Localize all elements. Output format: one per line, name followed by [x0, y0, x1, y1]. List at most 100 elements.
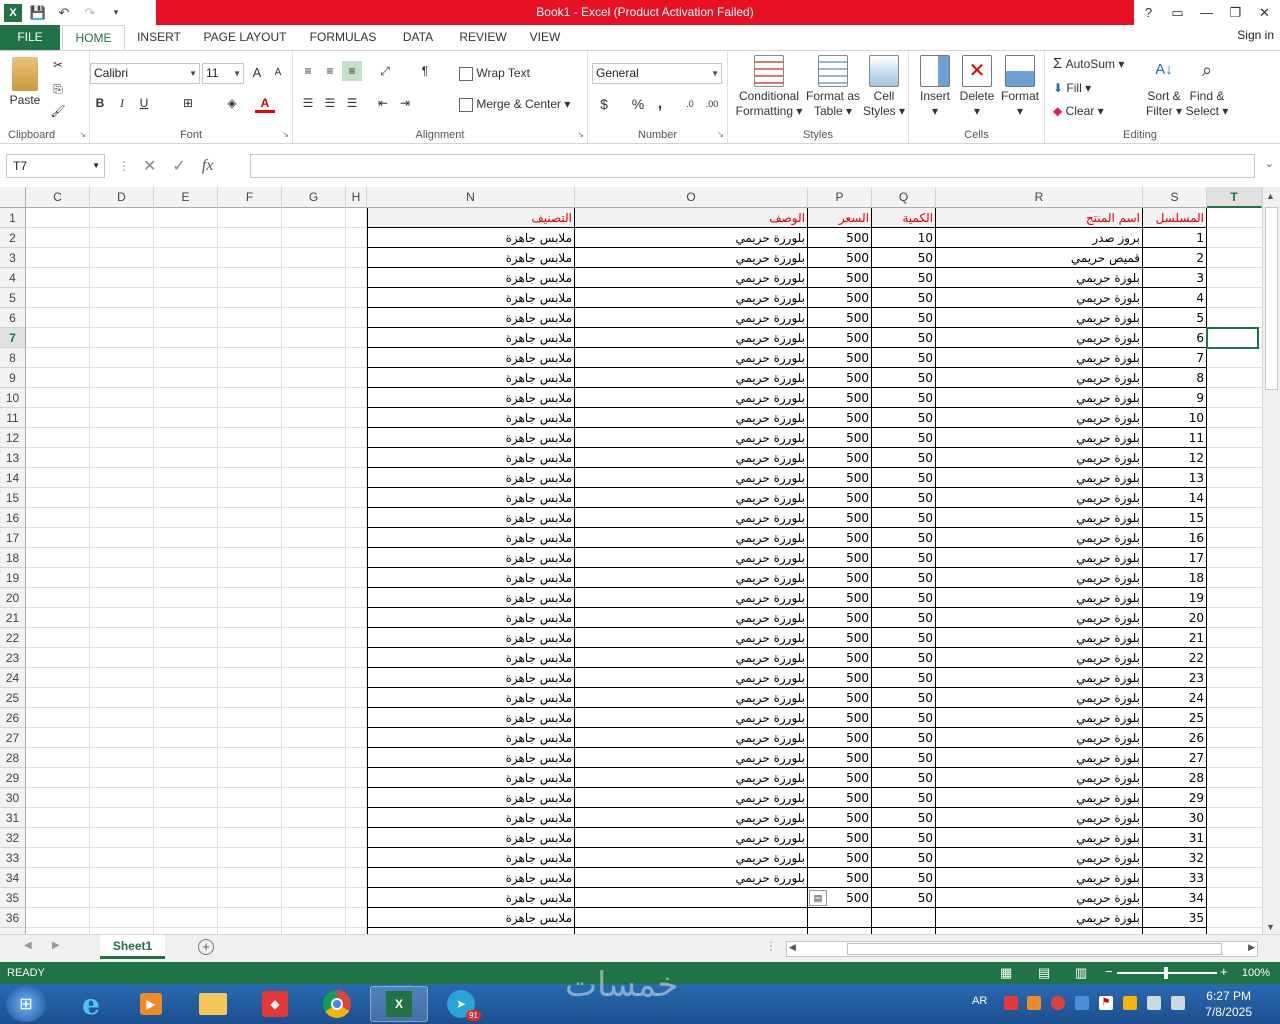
cell-description[interactable]: بلورزة حريمي [575, 228, 808, 248]
chrome-icon[interactable] [308, 986, 366, 1022]
cell-price[interactable]: 500 [808, 848, 872, 868]
page-break-view-icon[interactable]: ▥ [1075, 965, 1087, 981]
cell-category[interactable]: ملابس جاهزة [367, 768, 575, 788]
cell-category[interactable]: ملابس جاهزة [367, 288, 575, 308]
cell-product[interactable]: بلوزة حريمي [936, 428, 1143, 448]
conditional-formatting-button[interactable]: Conditional Formatting ▾ [734, 55, 804, 119]
cell-description[interactable]: بلورزة حريمي [575, 248, 808, 268]
cell-description[interactable]: بلورزة حريمي [575, 628, 808, 648]
cell-serial[interactable]: 14 [1143, 488, 1207, 508]
cell-serial[interactable]: 5 [1143, 308, 1207, 328]
cell-category[interactable]: ملابس جاهزة [367, 248, 575, 268]
cell-category[interactable]: ملابس جاهزة [367, 848, 575, 868]
cell-category[interactable]: ملابس جاهزة [367, 608, 575, 628]
header-cell-category[interactable]: التصنيف [367, 208, 575, 228]
formula-input[interactable] [250, 154, 1255, 178]
column-header[interactable]: R [936, 187, 1143, 208]
cell-product[interactable]: بلوزة حريمي [936, 868, 1143, 888]
cell-product[interactable]: بلوزة حريمي [936, 448, 1143, 468]
tray-flag-icon[interactable]: ⚑ [1099, 996, 1113, 1010]
cell-product[interactable]: بلوزة حريمي [936, 388, 1143, 408]
align-middle-icon[interactable]: ≡ [320, 61, 340, 81]
cell-description[interactable]: بلورزة حريمي [575, 388, 808, 408]
cell-product[interactable]: بلوزة حريمي [936, 748, 1143, 768]
cell-product[interactable]: بلوزة حريمي [936, 688, 1143, 708]
cell-price[interactable]: 500 [808, 308, 872, 328]
internet-explorer-icon[interactable]: e [62, 986, 120, 1022]
cell-product[interactable]: بلوزة حريمي [936, 308, 1143, 328]
row-header[interactable]: 30 [0, 788, 25, 808]
row-header[interactable]: 4 [0, 268, 25, 288]
file-explorer-icon[interactable] [184, 986, 242, 1022]
cell-quantity[interactable]: 50 [872, 848, 936, 868]
cell-category[interactable]: ملابس جاهزة [367, 568, 575, 588]
row-header[interactable]: 14 [0, 468, 25, 488]
cell-serial[interactable]: 6 [1143, 328, 1207, 348]
cell-description[interactable]: بلورزة حريمي [575, 568, 808, 588]
tray-network-icon[interactable] [1147, 996, 1161, 1010]
cell-price[interactable]: 500 [808, 348, 872, 368]
cell-description[interactable]: بلورزة حريمي [575, 708, 808, 728]
language-indicator[interactable]: AR [972, 995, 987, 1007]
cell-price[interactable]: 500 [808, 528, 872, 548]
cell-serial[interactable]: 32 [1143, 848, 1207, 868]
sheet-tab[interactable]: Sheet1 [100, 935, 165, 959]
insert-cells-button[interactable]: Insert ▾ [915, 55, 955, 119]
cell-quantity[interactable]: 50 [872, 548, 936, 568]
excel-taskbar-icon[interactable]: X [370, 986, 428, 1022]
undo-icon[interactable]: ↶ [54, 3, 74, 23]
cell-product[interactable]: بلوزة حريمي [936, 828, 1143, 848]
cell-styles-button[interactable]: Cell Styles ▾ [862, 55, 906, 119]
anydesk-icon[interactable]: ◆ [246, 986, 304, 1022]
cell-price[interactable]: 500 [808, 468, 872, 488]
redo-icon[interactable]: ↷ [80, 3, 100, 23]
row-header[interactable]: 17 [0, 528, 25, 548]
cell-description[interactable]: بلورزة حريمي [575, 548, 808, 568]
cell-product[interactable]: بلوزة حريمي [936, 908, 1143, 928]
cell-category[interactable]: ملابس جاهزة [367, 788, 575, 808]
sign-in-link[interactable]: Sign in [1237, 25, 1274, 45]
row-header[interactable]: 35 [0, 888, 25, 908]
cell-quantity[interactable]: 50 [872, 808, 936, 828]
row-header[interactable]: 8 [0, 348, 25, 368]
cell-price[interactable]: 500 [808, 788, 872, 808]
align-top-icon[interactable]: ≡ [298, 61, 318, 81]
tab-file[interactable]: FILE [0, 25, 60, 50]
column-header[interactable]: S [1143, 187, 1207, 208]
row-header[interactable]: 27 [0, 728, 25, 748]
cell-product[interactable]: بلوزة حريمي [936, 568, 1143, 588]
tab-view[interactable]: VIEW [522, 25, 568, 50]
header-cell-serial[interactable]: المسلسل [1143, 208, 1207, 228]
insert-function-button[interactable]: fx [202, 157, 214, 175]
cell-quantity[interactable]: 10 [872, 228, 936, 248]
sort-filter-button[interactable]: A↓ Sort & Filter ▾ [1143, 55, 1185, 119]
cell-description[interactable]: بلورزة حريمي [575, 508, 808, 528]
italic-button[interactable]: I [112, 93, 132, 113]
cell-serial[interactable]: 33 [1143, 868, 1207, 888]
cell-serial[interactable]: 11 [1143, 428, 1207, 448]
cell-description[interactable]: بلورزة حريمي [575, 428, 808, 448]
column-header[interactable]: P [808, 187, 872, 208]
system-clock[interactable]: 6:27 PM 7/8/2025 [1205, 988, 1252, 1020]
cell-category[interactable]: ملابس جاهزة [367, 428, 575, 448]
row-header[interactable]: 28 [0, 748, 25, 768]
cell-quantity[interactable]: 50 [872, 388, 936, 408]
row-header[interactable]: 13 [0, 448, 25, 468]
start-button-icon[interactable]: ⊞ [6, 986, 46, 1022]
cell-product[interactable]: بلوزة حريمي [936, 608, 1143, 628]
confirm-entry-icon[interactable]: ✓ [172, 156, 185, 176]
cell-description[interactable]: بلورزة حريمي [575, 868, 808, 888]
cell-description[interactable]: بلورزة حريمي [575, 688, 808, 708]
cell-category[interactable]: ملابس جاهزة [367, 328, 575, 348]
column-header[interactable]: H [346, 187, 367, 208]
cell-serial[interactable]: 25 [1143, 708, 1207, 728]
cell-quantity[interactable]: 50 [872, 828, 936, 848]
row-header[interactable]: 16 [0, 508, 25, 528]
media-player-icon[interactable]: ▶ [122, 986, 180, 1022]
cell-product[interactable]: بلوزة حريمي [936, 488, 1143, 508]
cell-serial[interactable]: 28 [1143, 768, 1207, 788]
row-header[interactable]: 20 [0, 588, 25, 608]
cell-price[interactable]: 500 [808, 708, 872, 728]
scroll-right-icon[interactable]: ▶ [1248, 942, 1255, 953]
cell-serial[interactable]: 16 [1143, 528, 1207, 548]
